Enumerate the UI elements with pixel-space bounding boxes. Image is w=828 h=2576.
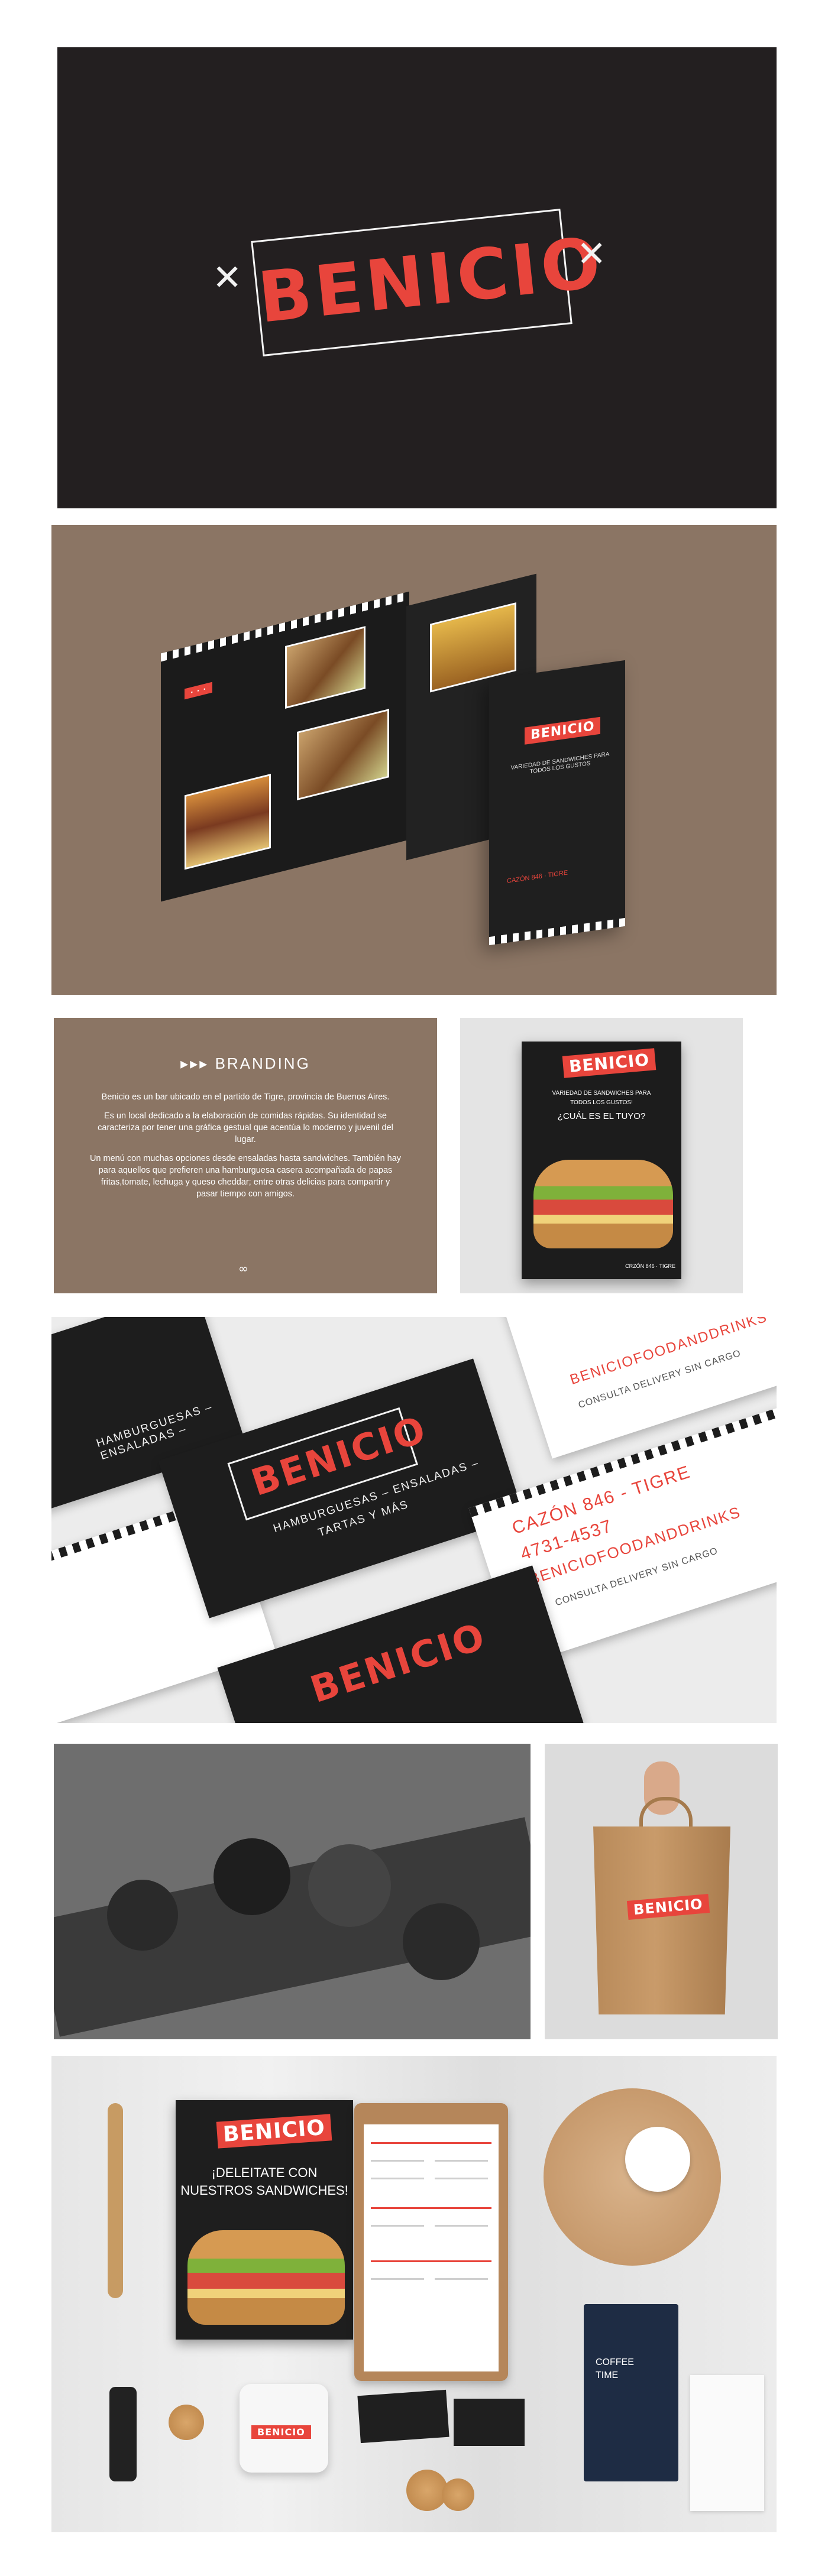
brochure-cover-line: VARIEDAD DE SANDWICHES PARA TODOS LOS GU… [510,751,610,776]
brochure-cover: BENICIO VARIEDAD DE SANDWICHES PARA TODO… [489,660,625,946]
business-cards-panel: BENICIOFOODANDDRINKS CONSULTA DELIVERY S… [51,1317,777,1723]
poster: BENICIO VARIEDAD DE SANDWICHES PARA TODO… [522,1042,681,1279]
cracker-cookies [406,2470,448,2511]
stationery-flatlay-panel: BENICIO ¡DELEITATE CON NUESTROS SANDWICH… [51,2056,777,2532]
logo-frame: BENICIO [251,209,608,356]
brochure-photo-chicken [297,709,389,801]
coffee-bag: COFFEE TIME [584,2304,678,2481]
branding-heading: ▸▸▸ BRANDING [54,1055,437,1073]
menu-line [435,2225,488,2227]
clipboard-menu [354,2103,508,2381]
poster-line-2: TODOS LOS GUSTOS! [570,1099,633,1106]
person-2 [214,1838,290,1915]
menu-line [435,2160,488,2162]
coffee-bag-line-2: TIME [596,2370,619,2380]
flat-business-card-1 [357,2389,449,2444]
menu-line [371,2207,491,2209]
mug-logo: BENICIO [251,2425,311,2439]
friends-photo [54,1744,531,2039]
brand-logo: BENICIO [254,221,608,339]
brochure-photo-salad [285,626,366,709]
fork-knife-right-icon: ✕ [577,233,607,275]
wooden-spoon [108,2103,123,2298]
person-1 [107,1880,178,1951]
paper-bag: BENICIO [593,1826,730,2014]
poster-footer: CRZÓN 846 · TIGRE [625,1263,675,1269]
coffee-bag-line-1: COFFEE [596,2357,634,2367]
menu-line [371,2260,491,2262]
coffee-cup [625,2127,690,2192]
menu-line [371,2278,424,2280]
bag-logo: BENICIO [626,1894,710,1920]
paper-bag-photo: BENICIO [545,1744,778,2039]
menu-line [371,2178,424,2179]
poster-question: ¿CUÁL ES EL TUYO? [557,1111,646,1121]
book-logo: BENICIO [216,2114,332,2149]
poster-logo: BENICIO [562,1048,656,1078]
poster-line-1: VARIEDAD DE SANDWICHES PARA [552,1090,651,1096]
brochure-zigzag-bottom [489,917,625,946]
branding-title: BRANDING [215,1055,310,1072]
brochure-inner-left: · · · [161,591,409,902]
brochure-section-tag: · · · [185,682,213,700]
poster-mockup-panel: BENICIO VARIEDAD DE SANDWICHES PARA TODO… [460,1018,743,1293]
card-logo-bottom: BENICIO [305,1614,491,1712]
branding-description: Benicio es un bar ubicado en el partido … [89,1091,402,1207]
branding-paragraph-2: Es un local dedicado a la elaboración de… [98,1111,393,1144]
branding-paragraph-3: Un menú con muchas opciones desde ensala… [89,1154,402,1199]
cracker-cookies [442,2478,474,2511]
pepper-grinder [109,2387,137,2481]
brochure-footer: CAZÓN 846 · TIGRE [507,869,568,885]
menu-sheet [364,2124,499,2371]
brochure-photo-burger [185,773,271,870]
menu-book: BENICIO ¡DELEITATE CON NUESTROS SANDWICH… [176,2100,353,2340]
brochure-cover-logo: BENICIO [525,716,601,745]
branding-text-panel: ▸▸▸ BRANDING Benicio es un bar ubicado e… [54,1018,437,1293]
menu-line [435,2278,488,2280]
mug: BENICIO [240,2384,328,2473]
fork-knife-left-icon: ✕ [212,257,242,299]
brochure-mockup-panel: · · · BENICIO VARIEDAD DE SANDWICHES PAR… [51,525,777,995]
book-sandwich-photo [187,2230,345,2325]
person-3 [308,1844,391,1927]
book-line-2: NUESTROS SANDWICHES! [180,2183,348,2198]
hero-logo-panel: ✕ BENICIO ✕ [57,47,777,508]
envelope [690,2375,764,2511]
person-4 [403,1903,480,1980]
cookie [169,2405,204,2440]
menu-line [435,2178,488,2179]
designer-mark-icon: ∞ [238,1261,248,1276]
menu-line [371,2225,424,2227]
arrows-icon: ▸▸▸ [180,1055,209,1072]
flat-business-card-2 [454,2399,525,2446]
poster-sandwich-photo [533,1160,673,1248]
branding-paragraph-1: Benicio es un bar ubicado en el partido … [101,1092,390,1102]
menu-line [371,2142,491,2144]
menu-line [371,2160,424,2162]
book-line-1: ¡DELEITATE CON [211,2165,318,2180]
